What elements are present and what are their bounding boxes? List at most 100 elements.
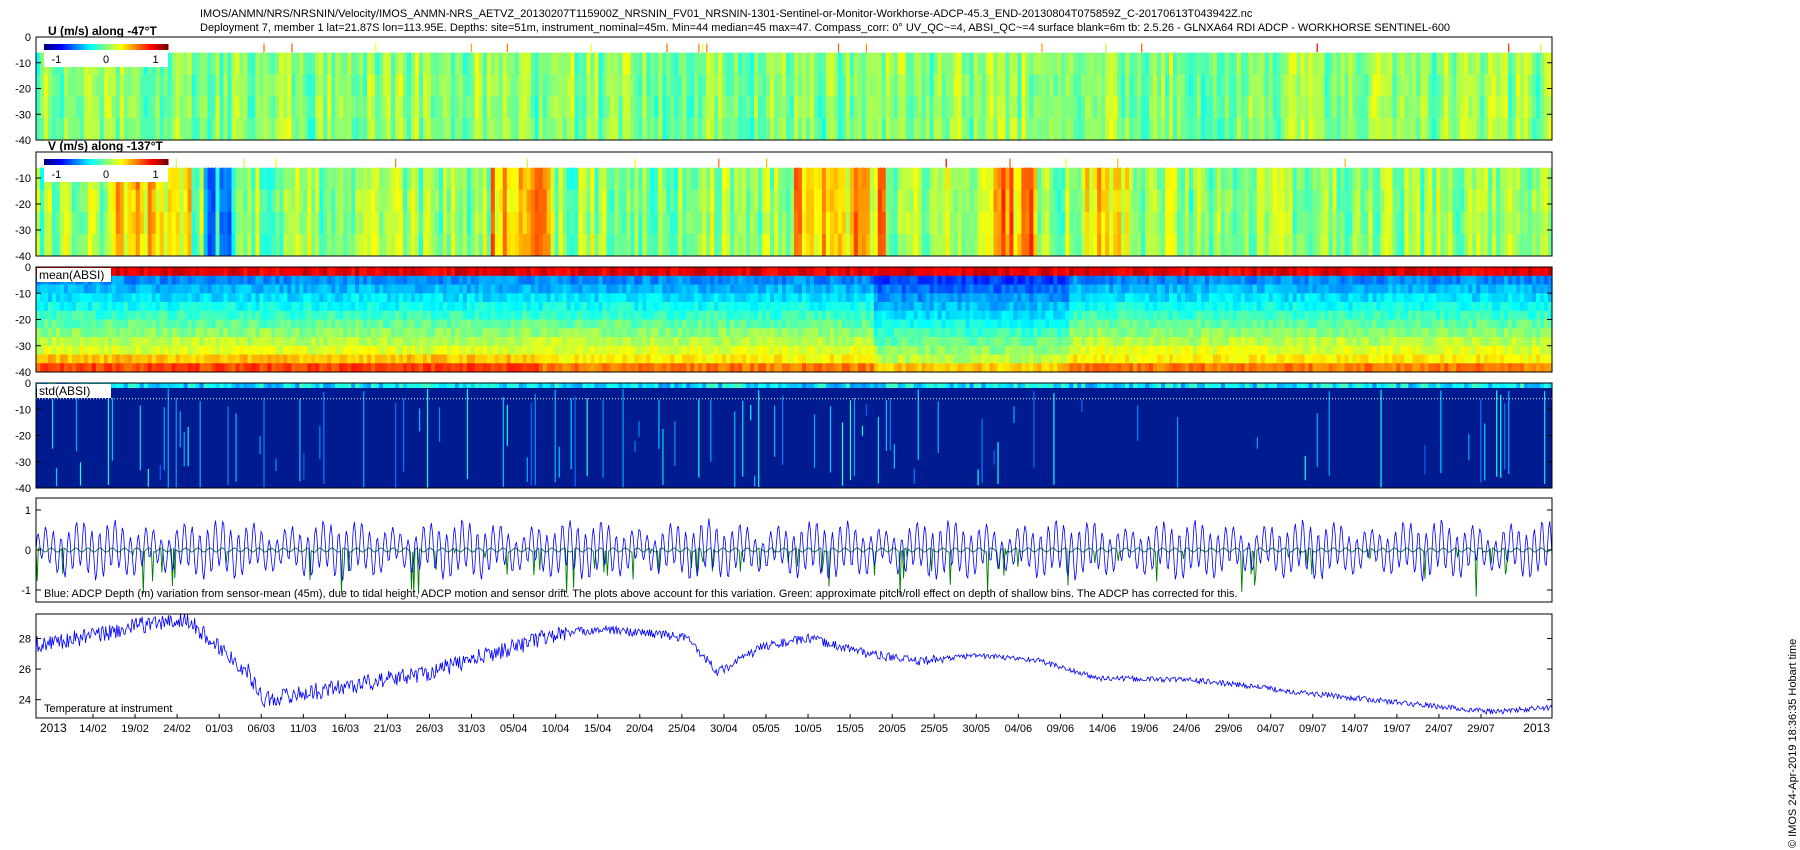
heatmap-cell (486, 267, 492, 277)
heatmap-cell (167, 293, 173, 303)
heatmap-cell (219, 284, 225, 294)
heatmap-cell (554, 328, 560, 338)
heatmap-cell (267, 167, 272, 191)
heatmap-cell (422, 302, 428, 312)
heatmap-cell (1196, 189, 1202, 213)
heatmap-cell (339, 293, 344, 303)
heatmap-cell (51, 284, 57, 294)
heatmap-cell (1320, 233, 1326, 257)
heatmap-cell (698, 118, 703, 141)
heatmap-cell (263, 319, 268, 329)
heatmap-cell (215, 319, 221, 329)
heatmap-cell (670, 337, 675, 347)
heatmap-cell (351, 52, 356, 75)
heatmap-cell (79, 363, 85, 373)
heatmap-cell (63, 189, 69, 213)
heatmap-cell (642, 118, 647, 141)
heatmap-cell (131, 328, 137, 338)
heatmap-cell (71, 363, 77, 373)
heatmap-cell (666, 52, 671, 75)
heatmap-cell (678, 233, 683, 257)
heatmap-cell (327, 345, 332, 355)
heatmap-cell (670, 328, 675, 338)
heatmap-cell (167, 267, 173, 277)
heatmap-cell (351, 267, 356, 277)
heatmap-cell (434, 319, 440, 329)
heatmap-cell (275, 328, 280, 338)
heatmap-cell (1272, 211, 1278, 235)
heatmap-cell (1328, 96, 1334, 119)
heatmap-cell (1232, 189, 1238, 213)
heatmap-cell (1424, 52, 1429, 75)
heatmap-cell (87, 211, 93, 235)
heatmap-cell (1376, 118, 1382, 141)
heatmap-cell (271, 284, 276, 294)
heatmap-cell (403, 328, 408, 338)
heatmap-cell (367, 118, 372, 141)
heatmap-cell (538, 167, 544, 191)
heatmap-cell (502, 284, 508, 294)
heatmap-cell (175, 275, 181, 285)
heatmap-cell (283, 328, 288, 338)
heatmap-cell (1444, 52, 1449, 75)
heatmap-cell (1173, 211, 1178, 235)
heatmap-cell (1192, 233, 1198, 257)
heatmap-cell (985, 118, 991, 141)
heatmap-cell (889, 233, 895, 257)
heatmap-cell (167, 52, 173, 75)
heatmap-cell (323, 363, 328, 373)
heatmap-cell (774, 211, 779, 235)
heatmap-cell (99, 284, 105, 294)
heatmap-cell (383, 354, 388, 364)
heatmap-cell (95, 310, 101, 320)
heatmap-cell (59, 189, 65, 213)
heatmap-cell (809, 233, 815, 257)
heatmap-cell (494, 319, 500, 329)
heatmap-cell (494, 189, 500, 213)
heatmap-cell (969, 52, 975, 75)
heatmap-cell (1180, 189, 1186, 213)
heatmap-cell (1528, 74, 1533, 97)
heatmap-cell (163, 337, 169, 347)
heatmap-cell (474, 52, 480, 75)
heatmap-cell (87, 319, 93, 329)
heatmap-cell (1516, 52, 1521, 75)
heatmap-cell (1428, 211, 1433, 235)
heatmap-cell (375, 275, 380, 285)
heatmap-cell (610, 118, 616, 141)
heatmap-cell (203, 189, 209, 213)
heatmap-cell (594, 310, 600, 320)
heatmap-cell (1045, 118, 1050, 141)
heatmap-cell (534, 118, 540, 141)
heatmap-cell (558, 211, 564, 235)
heatmap-cell (43, 354, 49, 364)
heatmap-cell (291, 310, 296, 320)
heatmap-cell (247, 211, 253, 235)
heatmap-cell (215, 96, 221, 119)
heatmap-cell (730, 167, 735, 191)
heatmap-cell (857, 167, 863, 191)
heatmap-cell (59, 310, 65, 320)
heatmap-cell (363, 96, 368, 119)
heatmap-cell (55, 337, 61, 347)
heatmap-cell (614, 189, 620, 213)
heatmap-cell (1013, 74, 1019, 97)
heatmap-cell (506, 310, 512, 320)
heatmap-cell (1340, 74, 1346, 97)
heatmap-cell (1296, 96, 1302, 119)
heatmap-cell (873, 74, 879, 97)
heatmap-cell (690, 211, 695, 235)
heatmap-cell (794, 211, 799, 235)
heatmap-cell (411, 74, 416, 97)
heatmap-cell (1204, 52, 1210, 75)
heatmap-cell (446, 363, 452, 373)
heatmap-spike (837, 43, 840, 53)
heatmap-cell (87, 328, 93, 338)
heatmap-cell (997, 167, 1003, 191)
heatmap-cell (255, 267, 261, 277)
heatmap-cell (546, 96, 552, 119)
heatmap-cell (251, 354, 257, 364)
heatmap-cell (490, 189, 496, 213)
heatmap-cell (1424, 233, 1429, 257)
heatmap-cell (574, 275, 580, 285)
